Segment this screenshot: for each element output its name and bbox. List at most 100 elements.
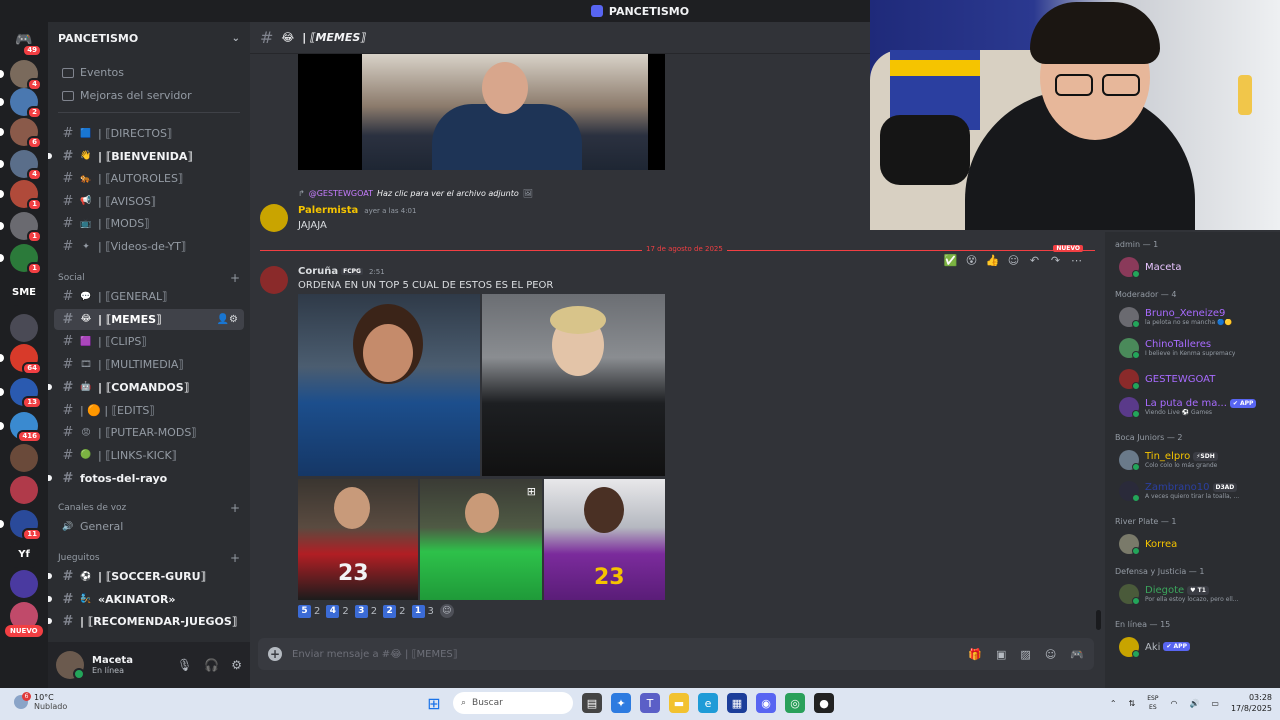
member-item[interactable]: La puta de ma... ✔ APP Viendo Live ⚽ Games — [1119, 394, 1277, 420]
network-icon[interactable]: ⇅ — [1129, 699, 1136, 708]
teams-icon[interactable]: T — [640, 693, 660, 713]
volume-icon[interactable]: 🔊 — [1189, 699, 1199, 708]
add-reaction-icon[interactable]: ☺ — [1005, 254, 1022, 267]
reply-preview[interactable]: ↱ @GESTEWGOAT Haz clic para ver el archi… — [298, 189, 533, 198]
channel-text[interactable]: # 😡 | ⟦PUTEAR-MODS⟧ — [54, 422, 244, 443]
microphone-icon[interactable]: 🎙 — [177, 658, 192, 672]
chrome-icon[interactable]: ◎ — [785, 693, 805, 713]
more-options-icon[interactable]: ⋯ — [1068, 254, 1085, 267]
channel-text[interactable]: # 💬 | ⟦GENERAL⟧ — [54, 286, 244, 307]
battery-icon[interactable]: ▭ — [1211, 699, 1219, 708]
add-attachment-icon[interactable]: + — [268, 647, 282, 661]
channel-text[interactable]: # 🟢 | ⟦LINKS-KICK⟧ — [54, 445, 244, 466]
server-icon-button[interactable]: SME — [10, 278, 38, 306]
server-icon-button[interactable]: 6 — [10, 118, 42, 149]
server-icon-button[interactable]: 13 — [10, 378, 42, 409]
reply-icon[interactable]: ↶ — [1026, 254, 1043, 267]
attachment-image[interactable] — [482, 294, 665, 476]
channel-text[interactable]: # 🤖 | ⟦COMANDOS⟧ — [54, 377, 244, 398]
server-icon-button[interactable]: 4 — [10, 60, 42, 91]
apps-icon[interactable]: 🎮 — [1070, 648, 1084, 661]
server-icon-button[interactable]: 1 — [10, 212, 42, 243]
channel-text[interactable]: # 📺 | ⟦MODS⟧ — [54, 213, 244, 234]
obs-icon[interactable]: ● — [814, 693, 834, 713]
attachment-image[interactable] — [298, 294, 480, 476]
events-item[interactable]: Eventos — [54, 62, 244, 83]
message-composer[interactable]: + Enviar mensaje a #😂 | ⟦MEMES⟧ 🎁 ▣ ▨ ☺ … — [258, 638, 1094, 670]
new-servers-badge[interactable]: NUEVO — [5, 625, 43, 637]
channel-text[interactable]: # 📢 | ⟦AVISOS⟧ — [54, 191, 244, 212]
attachment-image[interactable]: ⊞ — [420, 479, 542, 600]
emoji-icon[interactable]: ☺ — [1045, 648, 1056, 661]
channel-text[interactable]: # ⚽ | ⟦SOCCER-GURU⟧ — [54, 566, 244, 587]
channel-text[interactable]: # 🟦 | ⟦DIRECTOS⟧ — [54, 123, 244, 144]
channel-text[interactable]: # ✦ | ⟦Videos-de-YT⟧ — [54, 236, 244, 257]
taskbar-search[interactable]: ⌕ Buscar — [453, 692, 573, 714]
channel-settings-icon[interactable]: 👤⚙ — [217, 314, 238, 325]
settings-gear-icon[interactable]: ⚙ — [231, 658, 242, 672]
member-item[interactable]: GESTEWGOAT — [1119, 366, 1277, 392]
gift-icon[interactable]: 🎁 — [968, 648, 982, 661]
channel-text[interactable]: # 👋 | ⟦BIENVENIDA⟧ — [54, 146, 244, 167]
reaction-button[interactable]: 52 — [298, 604, 320, 618]
message-author[interactable]: Palermista ayer a las 4:01 — [298, 205, 416, 216]
channel-text[interactable]: # 🧞 «AKINATOR» — [54, 589, 244, 610]
composer-placeholder[interactable]: Enviar mensaje a #😂 | ⟦MEMES⟧ — [292, 649, 458, 660]
check-reaction-icon[interactable]: ✅ — [942, 254, 959, 267]
channel-text[interactable]: # | 🟠 | ⟦EDITS⟧ — [54, 400, 244, 421]
member-item[interactable]: Maceta — [1119, 254, 1277, 280]
video-embed[interactable] — [298, 54, 665, 170]
sticker-icon[interactable]: ▨ — [1020, 648, 1030, 661]
server-boost-item[interactable]: Mejoras del servidor — [54, 85, 244, 106]
reaction-button[interactable]: 32 — [354, 604, 377, 618]
server-icon-button[interactable]: 4 — [10, 150, 42, 181]
avatar[interactable] — [260, 204, 288, 232]
scrollbar[interactable] — [1096, 610, 1101, 630]
forward-icon[interactable]: ↷ — [1047, 254, 1064, 267]
task-view-icon[interactable]: ▤ — [582, 693, 602, 713]
discord-icon[interactable]: ◉ — [756, 693, 776, 713]
member-item[interactable]: Zambrano10 D3AD A veces quiero tirar la to… — [1119, 478, 1277, 504]
message-author[interactable]: Coruña FCPG 2:51 — [298, 266, 385, 277]
server-icon-button[interactable] — [10, 570, 38, 598]
server-icon-button[interactable] — [10, 444, 38, 472]
channel-category[interactable]: Canales de voz + — [58, 500, 240, 516]
server-icon-button[interactable]: 11 — [10, 510, 42, 541]
add-channel-icon[interactable]: + — [230, 501, 240, 515]
gif-icon[interactable]: ▣ — [996, 648, 1006, 661]
windows-start-icon[interactable]: ⊞ — [424, 693, 444, 713]
server-icon-button[interactable]: Yf — [10, 540, 38, 568]
channel-voice[interactable]: 🔊 General — [54, 516, 244, 537]
server-header[interactable]: PANCETISMO ⌄ — [48, 22, 250, 54]
headphones-icon[interactable]: 🎧 — [204, 658, 219, 672]
server-icon-button[interactable] — [10, 476, 38, 504]
channel-text[interactable]: # 😂 | ⟦MEMES⟧ 👤⚙ — [54, 308, 244, 330]
language-indicator[interactable]: ESP ES — [1147, 694, 1158, 712]
grid-icon[interactable]: ⊞ — [527, 485, 536, 498]
attachment-image[interactable]: 23 — [298, 479, 418, 600]
direct-messages-button[interactable]: 🎮 49 — [10, 26, 42, 57]
member-item[interactable]: Aki ✔ APP — [1119, 634, 1277, 660]
file-explorer-icon[interactable]: ▬ — [669, 693, 689, 713]
server-icon-button[interactable]: 1 — [10, 244, 42, 275]
add-channel-icon[interactable]: + — [230, 271, 240, 285]
member-item[interactable]: Diegote ♥ T1 Por ella estoy locazo, pero e… — [1119, 581, 1277, 607]
chevron-up-icon[interactable]: ⌃ — [1110, 699, 1117, 708]
wifi-icon[interactable]: ◠ — [1170, 699, 1177, 708]
server-icon-button[interactable] — [10, 314, 38, 342]
store-icon[interactable]: ▦ — [727, 693, 747, 713]
server-icon-button[interactable]: 1 — [10, 180, 42, 211]
member-item[interactable]: Korrea — [1119, 531, 1277, 557]
reaction-button[interactable]: 22 — [383, 604, 406, 618]
edge-icon[interactable]: e — [698, 693, 718, 713]
face-reaction-icon[interactable]: 😵 — [963, 254, 980, 267]
reaction-button[interactable]: 42 — [326, 604, 349, 618]
reaction-button[interactable]: 13 — [411, 604, 434, 618]
add-reaction-icon[interactable]: ☺ — [439, 604, 454, 618]
server-icon-button[interactable]: 416 — [10, 412, 42, 443]
member-item[interactable]: Bruno_Xeneize9 la pelota no se mancha 🔵🟡 — [1119, 304, 1277, 330]
copilot-icon[interactable]: ✦ — [611, 693, 631, 713]
channel-category[interactable]: Social + — [58, 270, 240, 286]
channel-text[interactable]: # 🎞 | ⟦MULTIMEDIA⟧ — [54, 354, 244, 375]
server-icon-button[interactable]: 64 — [10, 344, 42, 375]
